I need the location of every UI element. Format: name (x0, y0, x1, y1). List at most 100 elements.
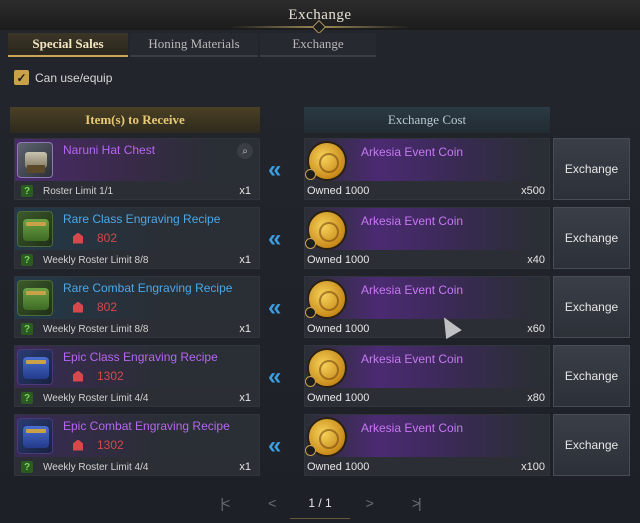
cost-header: Arkesia Event Coin (305, 415, 549, 457)
help-icon[interactable]: ? (21, 392, 33, 404)
item-footer: ? Weekly Roster Limit 4/4 x1 (15, 458, 259, 476)
item-footer: ? Weekly Roster Limit 4/4 x1 (15, 389, 259, 407)
exchange-arrow-icon: « (268, 294, 282, 321)
coin-name: Arkesia Event Coin (361, 214, 464, 228)
limit-text: Roster Limit 1/1 (43, 185, 114, 197)
cost-card: Arkesia Event Coin Owned 1000 x100 (304, 414, 550, 476)
cost-quantity: x500 (521, 185, 545, 197)
last-page-button[interactable]: >| (412, 495, 422, 511)
exchange-row: Epic Class Engraving Recipe 1302 ? Weekl… (0, 345, 640, 411)
help-icon[interactable]: ? (21, 323, 33, 335)
honing-value: 1302 (97, 438, 124, 452)
cost-quantity: x60 (527, 323, 545, 335)
tab-honing-materials[interactable]: Honing Materials (130, 33, 258, 57)
exchange-row: Rare Combat Engraving Recipe 802 ? Weekl… (0, 276, 640, 342)
cost-header: Arkesia Event Coin (305, 346, 549, 388)
engraving-book-icon (17, 418, 53, 454)
can-use-filter[interactable]: ✓ Can use/equip (14, 70, 112, 85)
exchange-row: Naruni Hat Chest ⌕ ? Roster Limit 1/1 x1… (0, 138, 640, 204)
honing-requirement: 802 (73, 300, 117, 314)
honing-level-icon (73, 232, 83, 244)
item-footer: ? Weekly Roster Limit 8/8 x1 (15, 251, 259, 269)
item-header: Epic Class Engraving Recipe 1302 (15, 346, 259, 388)
honing-value: 802 (97, 231, 118, 245)
item-quantity: x1 (239, 461, 251, 473)
limit-text: Weekly Roster Limit 8/8 (43, 254, 149, 266)
exchange-button[interactable]: Exchange (553, 414, 630, 476)
item-card[interactable]: Rare Class Engraving Recipe 802 ? Weekly… (14, 207, 260, 269)
owned-count: Owned 1000 (307, 392, 370, 404)
item-footer: ? Weekly Roster Limit 8/8 x1 (15, 320, 259, 338)
limit-text: Weekly Roster Limit 8/8 (43, 323, 149, 335)
help-icon[interactable]: ? (21, 185, 33, 197)
exchange-button[interactable]: Exchange (553, 138, 630, 200)
exchange-button[interactable]: Exchange (553, 207, 630, 269)
tab-bar: Special Sales Honing Materials Exchange (8, 33, 378, 57)
coin-name: Arkesia Event Coin (361, 352, 464, 366)
cost-footer: Owned 1000 x60 (305, 320, 549, 338)
exchange-button[interactable]: Exchange (553, 276, 630, 338)
cost-footer: Owned 1000 x500 (305, 182, 549, 200)
tab-exchange[interactable]: Exchange (260, 33, 376, 57)
checkbox-checked-icon[interactable]: ✓ (14, 70, 29, 85)
item-header: Epic Combat Engraving Recipe 1302 (15, 415, 259, 457)
item-header: Naruni Hat Chest ⌕ (15, 139, 259, 181)
item-header: Rare Combat Engraving Recipe 802 (15, 277, 259, 319)
item-footer: ? Roster Limit 1/1 x1 (15, 182, 259, 200)
exchange-button[interactable]: Exchange (553, 345, 630, 407)
cost-card: Arkesia Event Coin Owned 1000 x40 (304, 207, 550, 269)
pagination-underline (290, 518, 350, 519)
honing-requirement: 1302 (73, 369, 124, 383)
honing-value: 802 (97, 300, 118, 314)
cost-column-header: Exchange Cost (304, 107, 550, 133)
hat-chest-icon (17, 142, 53, 178)
cost-footer: Owned 1000 x40 (305, 251, 549, 269)
cost-header: Arkesia Event Coin (305, 208, 549, 250)
next-page-button[interactable]: > (366, 495, 374, 511)
coin-badge-icon (305, 169, 316, 180)
cost-footer: Owned 1000 x100 (305, 458, 549, 476)
help-icon[interactable]: ? (21, 461, 33, 473)
pagination: |< < 1 / 1 > >| (0, 488, 640, 518)
coin-badge-icon (305, 376, 316, 387)
item-card[interactable]: Rare Combat Engraving Recipe 802 ? Weekl… (14, 276, 260, 338)
item-card[interactable]: Epic Combat Engraving Recipe 1302 ? Week… (14, 414, 260, 476)
honing-level-icon (73, 370, 83, 382)
help-icon[interactable]: ? (21, 254, 33, 266)
cost-header: Arkesia Event Coin (305, 277, 549, 319)
coin-badge-icon (305, 307, 316, 318)
item-quantity: x1 (239, 323, 251, 335)
prev-page-button[interactable]: < (268, 495, 276, 511)
cost-quantity: x40 (527, 254, 545, 266)
exchange-arrow-icon: « (268, 156, 282, 183)
coin-name: Arkesia Event Coin (361, 145, 464, 159)
coin-name: Arkesia Event Coin (361, 421, 464, 435)
first-page-button[interactable]: |< (220, 495, 230, 511)
item-header: Rare Class Engraving Recipe 802 (15, 208, 259, 250)
cost-quantity: x100 (521, 461, 545, 473)
item-quantity: x1 (239, 185, 251, 197)
exchange-window: Exchange Special Sales Honing Materials … (0, 0, 640, 523)
search-icon[interactable]: ⌕ (237, 143, 253, 159)
receive-column-header: Item(s) to Receive (10, 107, 260, 133)
exchange-arrow-icon: « (268, 432, 282, 459)
exchange-row: Epic Combat Engraving Recipe 1302 ? Week… (0, 414, 640, 480)
engraving-book-icon (17, 211, 53, 247)
honing-value: 1302 (97, 369, 124, 383)
limit-text: Weekly Roster Limit 4/4 (43, 461, 149, 473)
cost-quantity: x80 (527, 392, 545, 404)
honing-requirement: 1302 (73, 438, 124, 452)
item-quantity: x1 (239, 392, 251, 404)
cost-card: Arkesia Event Coin Owned 1000 x60 (304, 276, 550, 338)
item-name: Rare Class Engraving Recipe (63, 212, 221, 226)
coin-name: Arkesia Event Coin (361, 283, 464, 297)
item-card[interactable]: Naruni Hat Chest ⌕ ? Roster Limit 1/1 x1 (14, 138, 260, 200)
cost-footer: Owned 1000 x80 (305, 389, 549, 407)
item-card[interactable]: Epic Class Engraving Recipe 1302 ? Weekl… (14, 345, 260, 407)
tab-special-sales[interactable]: Special Sales (8, 33, 128, 57)
item-name: Epic Class Engraving Recipe (63, 350, 218, 364)
page-indicator: 1 / 1 (308, 496, 332, 510)
item-quantity: x1 (239, 254, 251, 266)
item-name: Epic Combat Engraving Recipe (63, 419, 230, 433)
honing-requirement: 802 (73, 231, 117, 245)
